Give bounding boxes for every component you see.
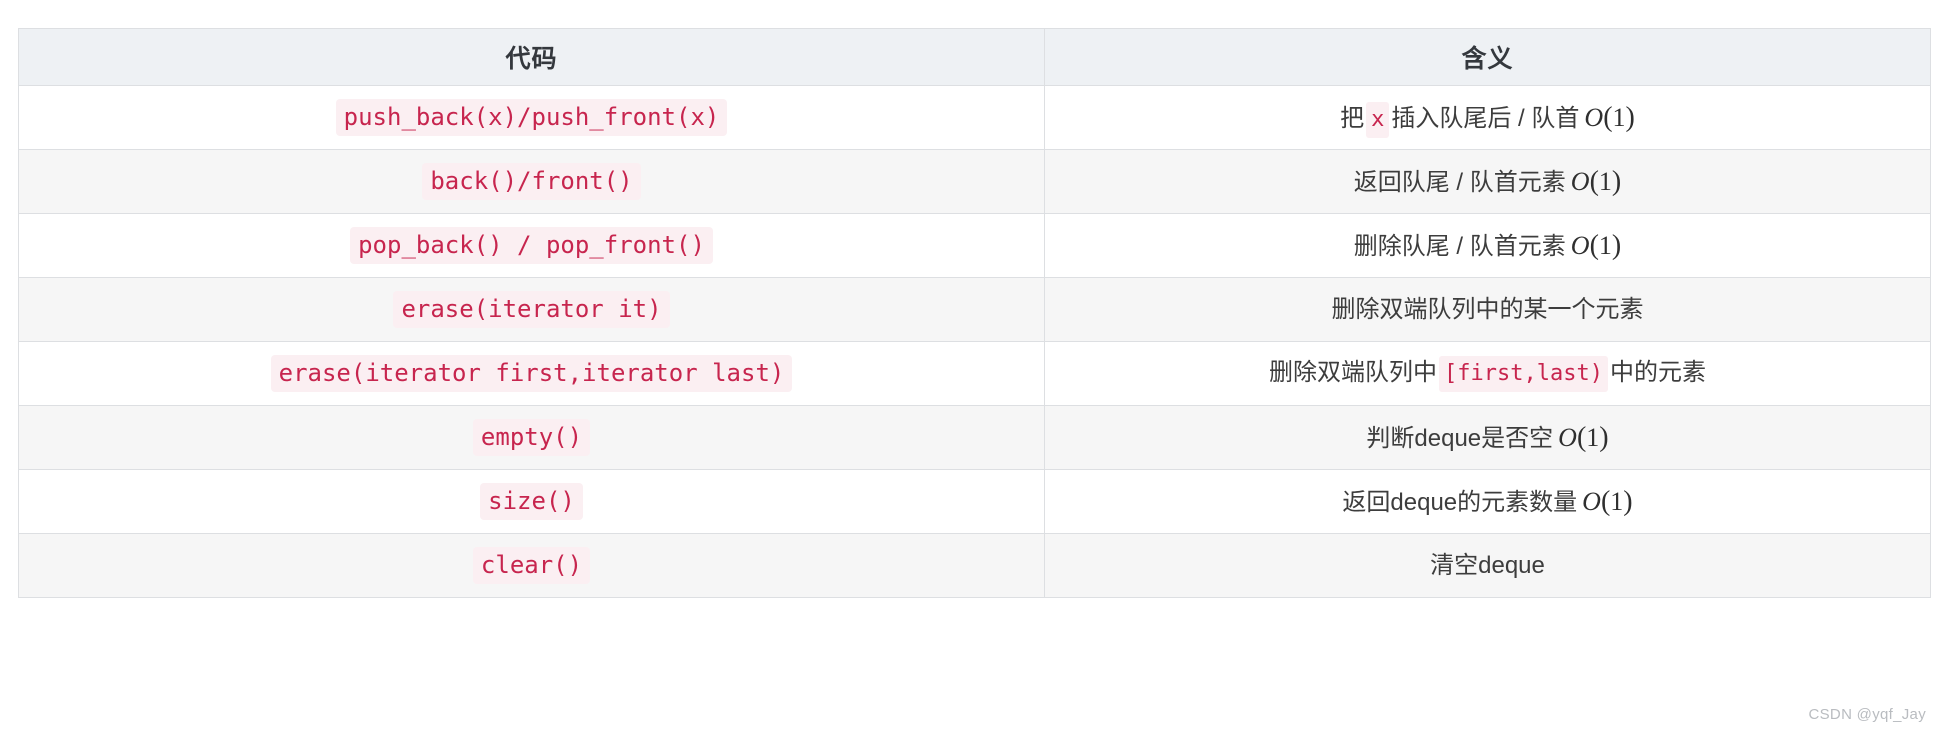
table-row: pop_back() / pop_front() 删除队尾 / 队首元素 O(1)	[18, 213, 1931, 278]
code-chip: erase(iterator first,iterator last)	[270, 355, 793, 392]
meaning-prefix: 删除双端队列中的某一个元素	[1331, 295, 1644, 323]
meaning-cell: 删除双端队列中 [first,last) 中的元素	[1044, 341, 1931, 406]
code-chip: back()/front()	[422, 163, 641, 200]
meaning-suffix: 插入队尾后 / 队首	[1391, 104, 1580, 132]
meaning-cell: 清空deque	[1044, 533, 1931, 598]
meaning-text: 把 x 插入队尾后 / 队首 O(1)	[1340, 101, 1635, 138]
table-body: push_back(x)/push_front(x) 把 x 插入队尾后 / 队首 O(…	[18, 85, 1931, 598]
table-row: push_back(x)/push_front(x) 把 x 插入队尾后 / 队首 O(…	[18, 85, 1931, 150]
meaning-cell: 删除队尾 / 队首元素 O(1)	[1044, 213, 1931, 278]
table-row: size() 返回deque的元素数量 O(1)	[18, 469, 1931, 534]
table-row: erase(iterator first,iterator last) 删除双端队…	[18, 341, 1931, 406]
table-row: clear() 清空deque	[18, 533, 1931, 598]
meaning-prefix: 返回队尾 / 队首元素	[1353, 168, 1566, 196]
code-chip: pop_back() / pop_front()	[350, 227, 713, 264]
meaning-text: 删除队尾 / 队首元素 O(1)	[1353, 229, 1622, 261]
deque-api-table: 代码 含义 push_back(x)/push_front(x) 把 x 插入队尾后 …	[18, 28, 1931, 598]
code-cell: pop_back() / pop_front()	[18, 213, 1045, 278]
meaning-prefix: 删除队尾 / 队首元素	[1353, 232, 1566, 260]
meaning-prefix: 把	[1340, 104, 1365, 132]
column-header-code: 代码	[18, 28, 1045, 86]
complexity-notation: O(1)	[1584, 101, 1635, 133]
code-chip: empty()	[472, 419, 591, 456]
inline-code-chip: [first,last)	[1439, 356, 1608, 392]
complexity-notation: O(1)	[1570, 165, 1622, 197]
meaning-text: 清空deque	[1430, 552, 1545, 579]
code-cell: push_back(x)/push_front(x)	[18, 85, 1045, 150]
code-chip: size()	[480, 483, 583, 520]
table-header-row: 代码 含义	[18, 28, 1931, 86]
table-row: back()/front() 返回队尾 / 队首元素 O(1)	[18, 149, 1931, 214]
meaning-text: 返回队尾 / 队首元素 O(1)	[1353, 165, 1622, 197]
table-row: empty() 判断deque是否空 O(1)	[18, 405, 1931, 470]
meaning-prefix: 清空deque	[1430, 551, 1545, 579]
code-cell: erase(iterator first,iterator last)	[18, 341, 1045, 406]
meaning-prefix: 返回deque的元素数量	[1342, 488, 1578, 516]
csdn-watermark: CSDN @yqf_Jay	[1808, 706, 1926, 723]
table-container: 代码 含义 push_back(x)/push_front(x) 把 x 插入队尾后 …	[18, 28, 1931, 598]
code-cell: size()	[18, 469, 1045, 534]
table-header: 代码 含义	[18, 28, 1931, 86]
meaning-text: 删除双端队列中 [first,last) 中的元素	[1269, 356, 1706, 392]
code-cell: empty()	[18, 405, 1045, 470]
meaning-cell: 返回deque的元素数量 O(1)	[1044, 469, 1931, 534]
inline-code-chip: x	[1366, 101, 1390, 138]
meaning-text: 返回deque的元素数量 O(1)	[1342, 485, 1633, 517]
meaning-text: 判断deque是否空 O(1)	[1366, 421, 1609, 453]
complexity-notation: O(1)	[1582, 485, 1633, 517]
meaning-text: 删除双端队列中的某一个元素	[1332, 296, 1644, 323]
code-cell: erase(iterator it)	[18, 277, 1045, 342]
code-chip: clear()	[472, 547, 591, 584]
code-chip: push_back(x)/push_front(x)	[335, 99, 728, 136]
code-cell: back()/front()	[18, 149, 1045, 214]
meaning-cell: 判断deque是否空 O(1)	[1044, 405, 1931, 470]
page-root: 代码 含义 push_back(x)/push_front(x) 把 x 插入队尾后 …	[0, 0, 1948, 737]
table-row: erase(iterator it) 删除双端队列中的某一个元素	[18, 277, 1931, 342]
meaning-prefix: 删除双端队列中	[1269, 359, 1438, 386]
meaning-suffix: 中的元素	[1609, 359, 1706, 386]
code-cell: clear()	[18, 533, 1045, 598]
meaning-cell: 删除双端队列中的某一个元素	[1044, 277, 1931, 342]
complexity-notation: O(1)	[1570, 229, 1622, 261]
code-chip: erase(iterator it)	[393, 291, 670, 328]
meaning-cell: 把 x 插入队尾后 / 队首 O(1)	[1044, 85, 1931, 150]
meaning-prefix: 判断deque是否空	[1366, 424, 1554, 452]
column-header-meaning: 含义	[1044, 28, 1931, 86]
meaning-cell: 返回队尾 / 队首元素 O(1)	[1044, 149, 1931, 214]
complexity-notation: O(1)	[1558, 421, 1609, 453]
